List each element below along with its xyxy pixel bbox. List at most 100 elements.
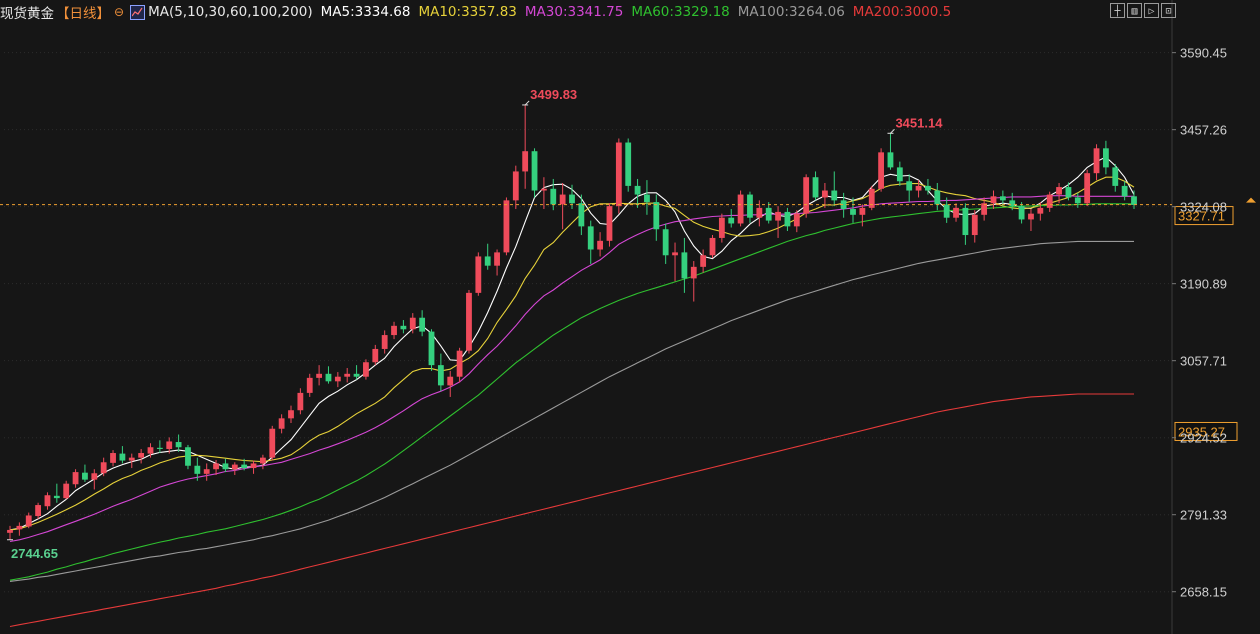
candle-body (138, 453, 145, 458)
candle-body (241, 464, 248, 469)
candle-body (156, 447, 163, 449)
ma5-label: MA5:3334.68 (320, 4, 411, 20)
candle (1074, 192, 1081, 208)
candle-body (606, 206, 613, 241)
candle-body (82, 472, 88, 480)
candle-body (447, 376, 454, 386)
candle (615, 138, 622, 214)
candle (1018, 202, 1025, 224)
candle-body (587, 226, 594, 250)
candle-body (812, 177, 819, 198)
candle-body (7, 529, 13, 533)
candle-body (850, 209, 856, 215)
fullscreen-icon[interactable]: ⊡ (1161, 3, 1176, 18)
candle-body (250, 463, 257, 469)
candle (718, 213, 725, 243)
candle (363, 359, 369, 380)
y-tick-label: 2924.52 (1180, 431, 1227, 446)
candle-body (1056, 187, 1062, 195)
candle-body (962, 207, 969, 236)
candle-body (72, 472, 79, 485)
candle-body (793, 213, 800, 227)
crosshair-icon[interactable]: ┼ (1110, 3, 1125, 18)
candle (25, 512, 32, 529)
ma60-label: MA60:3329.18 (631, 4, 730, 20)
y-tick-label: 3190.89 (1180, 277, 1227, 292)
settings-toggle-icon[interactable]: ⊖ (114, 5, 124, 19)
candle (16, 522, 23, 536)
candle (878, 148, 885, 192)
y-tick-label: 2658.15 (1180, 585, 1227, 600)
play-icon[interactable]: ▷ (1144, 3, 1159, 18)
candle (447, 370, 454, 397)
indicator-chart-icon[interactable] (130, 4, 146, 20)
candle (288, 405, 294, 423)
candle-body (259, 457, 266, 464)
layout-icon[interactable]: ▥ (1127, 3, 1142, 18)
candle-body (709, 237, 716, 256)
candle-body (288, 410, 294, 419)
price-axis: 3590.45 3457.26 3324.08 3190.89 3057.71 2924.… (1172, 46, 1227, 600)
candle (1121, 181, 1128, 201)
candle (990, 190, 997, 210)
indicator-params: MA(5,10,30,60,100,200) (148, 4, 313, 20)
candle-body (990, 196, 997, 204)
candle (578, 194, 585, 236)
candle (512, 165, 519, 210)
candle-body (971, 214, 978, 236)
candle-body (1084, 173, 1091, 204)
period-label[interactable]: 【日线】 (56, 2, 110, 22)
candle-body (999, 196, 1006, 201)
candle (381, 330, 388, 354)
candle-body (821, 190, 828, 198)
candle (503, 197, 510, 256)
candle (400, 320, 407, 334)
candle (887, 133, 894, 170)
candle-body (213, 463, 219, 470)
candle (690, 261, 697, 302)
y-tick-label: 2791.33 (1180, 508, 1227, 523)
candle (250, 460, 257, 474)
candle-body (765, 207, 772, 221)
candle-body (147, 447, 154, 454)
candle-body (690, 266, 697, 279)
candle-body (700, 255, 707, 267)
candle (203, 463, 210, 481)
candle (475, 252, 482, 296)
candle-body (540, 188, 547, 191)
candle-body (306, 377, 313, 393)
candle-body (353, 373, 360, 377)
candle (484, 243, 491, 270)
candle (494, 249, 500, 276)
candle-body (597, 240, 604, 250)
candle (7, 525, 13, 540)
candlestick-chart: 3327.712935.273499.833451.142744.65 3590… (0, 0, 1256, 634)
candle-body (934, 190, 941, 205)
candle-body (409, 317, 416, 330)
candle (531, 148, 538, 198)
candle-body (494, 252, 500, 266)
high-annotation: 3451.14 (895, 115, 943, 130)
candle (456, 347, 463, 383)
ma30-label: MA30:3341.75 (524, 4, 624, 20)
candle (859, 204, 866, 227)
candle (625, 138, 632, 192)
candle (700, 249, 707, 273)
candle (775, 206, 781, 238)
candle (559, 183, 566, 230)
candle-body (475, 256, 482, 293)
ma30-line (9, 195, 1134, 543)
grid-lines (4, 0, 1173, 634)
candle-body (334, 376, 341, 382)
candle-body (559, 194, 566, 205)
ma60-line (9, 203, 1134, 581)
candle-body (943, 204, 950, 218)
candle-body (953, 207, 959, 218)
candle (325, 366, 332, 384)
candle (784, 207, 791, 231)
candle (681, 237, 688, 293)
candle-body (718, 217, 725, 238)
candle-body (297, 392, 304, 411)
candle-body (35, 505, 42, 517)
candle-body (63, 483, 70, 499)
